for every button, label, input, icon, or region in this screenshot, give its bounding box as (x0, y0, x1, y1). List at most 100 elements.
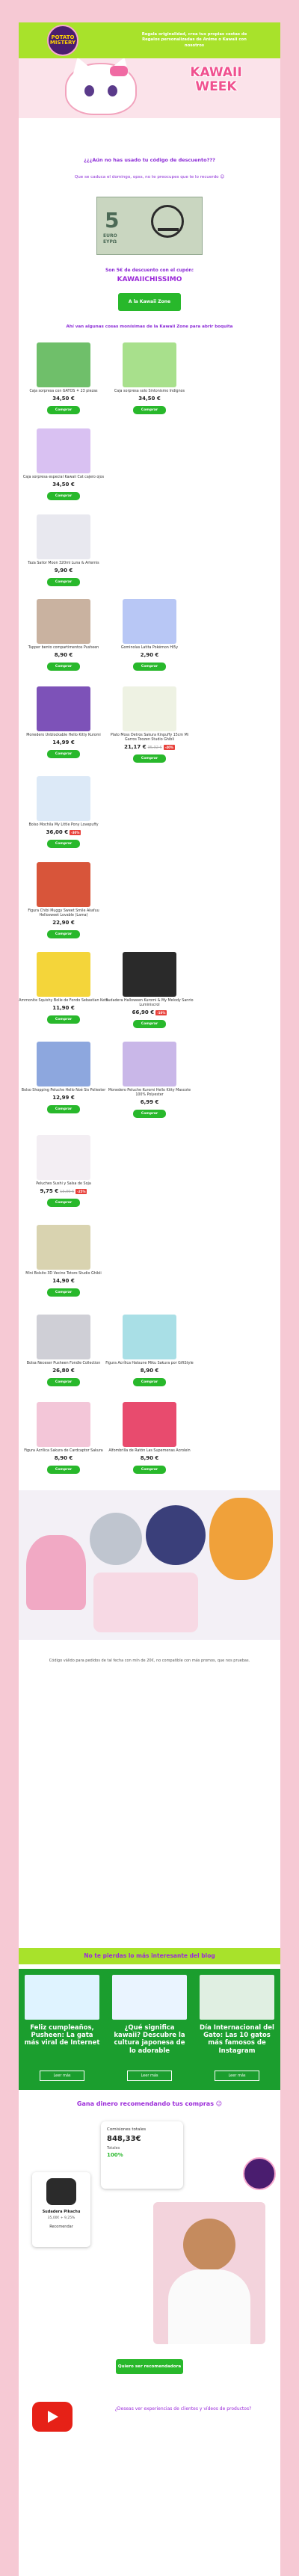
buy-button[interactable]: Comprar (47, 1288, 80, 1297)
intro-subheading: Que se caduca el domingo, opss, no te pr… (74, 175, 225, 179)
buy-button[interactable]: Comprar (133, 1378, 166, 1387)
youtube-icon[interactable] (32, 2402, 73, 2432)
product-card: Tupper bento compartimentos Pusheen 8,90… (19, 599, 108, 671)
product-image[interactable] (37, 342, 90, 387)
product-price: 2,90 € (140, 652, 159, 659)
buy-button[interactable]: Comprar (47, 1466, 80, 1475)
product-image[interactable] (37, 599, 90, 644)
product-price: 14,90 € (52, 1278, 75, 1285)
product-price: 11,90 € (52, 1005, 75, 1012)
buy-button[interactable]: Comprar (133, 406, 166, 415)
banner-title-line2: WEEK (195, 79, 237, 94)
read-more-button[interactable]: Leer más (215, 2071, 259, 2081)
product-card: Figura Chibi Muggy Sweet Smile Akafuu He… (19, 862, 108, 939)
product-image[interactable] (37, 686, 90, 731)
bow-icon (110, 66, 128, 76)
affiliate-item-name: Sudadera Pikachu (42, 2210, 81, 2214)
product-image[interactable] (37, 952, 90, 997)
affiliate-product-card: Sudadera Pikachu 35,00€ + 9,25% Recomend… (32, 2172, 90, 2247)
product-name: Caja sorpresa solo Sintonismo Indignos (114, 390, 185, 393)
product-price: 66,90 € -10% (132, 1009, 167, 1016)
product-card: Bolsa Neceser Pusheen Fondle Collection … (19, 1315, 108, 1387)
blog-title: Feliz cumpleaños, Pusheen: La gata más v… (24, 2024, 100, 2047)
discount-badge: -40% (163, 745, 175, 751)
kawaii-week-banner: KAWAII WEEK (19, 58, 280, 118)
product-image[interactable] (123, 342, 176, 387)
buy-button[interactable]: Comprar (47, 663, 80, 671)
product-image[interactable] (37, 428, 90, 473)
percent-value: 100% (107, 2152, 123, 2158)
product-image[interactable] (37, 514, 90, 559)
product-image[interactable] (123, 686, 176, 731)
product-image[interactable] (123, 952, 176, 997)
product-price: 8,90 € (140, 1368, 159, 1374)
kawaii-zone-button[interactable]: A la Kawaii Zone (118, 293, 181, 311)
banner-title-line1: KAWAII (190, 65, 242, 80)
buy-button[interactable]: Comprar (133, 1110, 166, 1119)
product-name: Caja sorpresa especial Kawaii Cat cajero… (22, 476, 105, 479)
blog-image[interactable] (25, 1975, 99, 2020)
product-price: 12,99 € (52, 1095, 75, 1101)
product-name: Caja sorpresa con GATOS ⚘ 23 piezas (29, 390, 98, 393)
buy-button[interactable]: Comprar (47, 406, 80, 415)
main-content: ¿¿¿Aún no has usado tu código de descuen… (19, 118, 280, 1948)
product-image[interactable] (37, 1315, 90, 1359)
product-name: Sudadera Halloween Kuromi & My Melody Sa… (105, 999, 194, 1008)
discount-badge: -10% (155, 1010, 167, 1016)
product-card: Gominolas Latita Pokémon Hi5y 2,90 € Com… (105, 599, 194, 671)
kawaii-products-collage[interactable] (19, 1490, 280, 1640)
read-more-button[interactable]: Leer más (40, 2071, 84, 2081)
buy-button[interactable]: Comprar (47, 1378, 80, 1387)
buy-button[interactable]: Comprar (47, 750, 80, 759)
buy-button[interactable]: Comprar (133, 663, 166, 671)
blog-card: Día Internacional del Gato: Las 10 gatos… (194, 1969, 280, 2090)
buy-button[interactable]: Comprar (47, 492, 80, 501)
product-image[interactable] (37, 1402, 90, 1447)
buy-button[interactable]: Comprar (47, 1015, 80, 1024)
coupon-code: KAWAIICHISSIMO (117, 276, 182, 283)
logo-bubble (243, 2157, 276, 2190)
blog-image[interactable] (200, 1975, 274, 2020)
blog-card: ¿Qué significa kawaii? Descubre la cultu… (106, 1969, 193, 2090)
intro-heading: ¿¿¿Aún no has usado tu código de descuen… (84, 157, 215, 163)
product-card: Peluches Sushi y Salsa de Soja 9,75 €13,… (19, 1135, 108, 1208)
buy-button[interactable]: Comprar (47, 578, 80, 587)
product-card: Caja sorpresa especial Kawaii Cat cajero… (19, 428, 108, 501)
product-card: Ammonite Squishy Bolle de Fondo Sebastia… (19, 952, 108, 1024)
discount-badge: -30% (70, 830, 81, 836)
buy-button[interactable]: Comprar (133, 1466, 166, 1475)
buy-button[interactable]: Comprar (47, 1199, 80, 1208)
totals-label: Totales (107, 2146, 120, 2151)
product-image[interactable] (123, 599, 176, 644)
brand-logo[interactable]: POTATO MISTERY (47, 25, 78, 56)
buy-button[interactable]: Comprar (47, 930, 80, 939)
product-name: Gominolas Latita Pokémon Hi5y (120, 646, 179, 650)
product-image[interactable] (123, 1042, 176, 1086)
buy-button[interactable]: Comprar (47, 840, 80, 849)
products-intro: Ahí van algunas cosas monísimas de la Ka… (66, 325, 233, 329)
product-card: Taza Sailor Moon 320ml Luna & Artemis 9,… (19, 514, 108, 587)
buy-button[interactable]: Comprar (133, 754, 166, 763)
product-name: Ammonite Squishy Bolle de Fondo Sebastia… (19, 999, 108, 1003)
recommend-button[interactable]: Recomendar (32, 2225, 90, 2229)
old-price: 35,32 € (147, 746, 162, 751)
buy-button[interactable]: Comprar (47, 1105, 80, 1114)
blog-card: Feliz cumpleaños, Pusheen: La gata más v… (19, 1969, 105, 2090)
buy-button[interactable]: Comprar (133, 1020, 166, 1029)
product-card: Monedero Peluche Kuromi Hello Kitty Masc… (105, 1042, 194, 1119)
experiences-question: ¿Deseas ver experiencias de clientes y v… (114, 2406, 252, 2411)
footer-note: Código válido para pedidos de tal fecha … (49, 1659, 250, 1663)
product-name: Bolso Shopping Peluche Hello Noé Sis Pol… (21, 1089, 106, 1092)
product-card: Caja sorpresa solo Sintonismo Indignos 3… (105, 342, 194, 415)
blog-image[interactable] (112, 1975, 187, 2020)
product-image[interactable] (123, 1315, 176, 1359)
product-image[interactable] (37, 1042, 90, 1086)
product-image[interactable] (37, 1135, 90, 1180)
become-recommender-button[interactable]: Quiero ser recomendadora (116, 2359, 183, 2374)
affiliate-dashboard-card: Comisiones totales 848,33€ Totales 100% (101, 2121, 183, 2189)
read-more-button[interactable]: Leer más (127, 2071, 172, 2081)
product-image[interactable] (37, 1225, 90, 1270)
product-image[interactable] (37, 776, 90, 821)
product-image[interactable] (37, 862, 90, 907)
product-image[interactable] (123, 1402, 176, 1447)
